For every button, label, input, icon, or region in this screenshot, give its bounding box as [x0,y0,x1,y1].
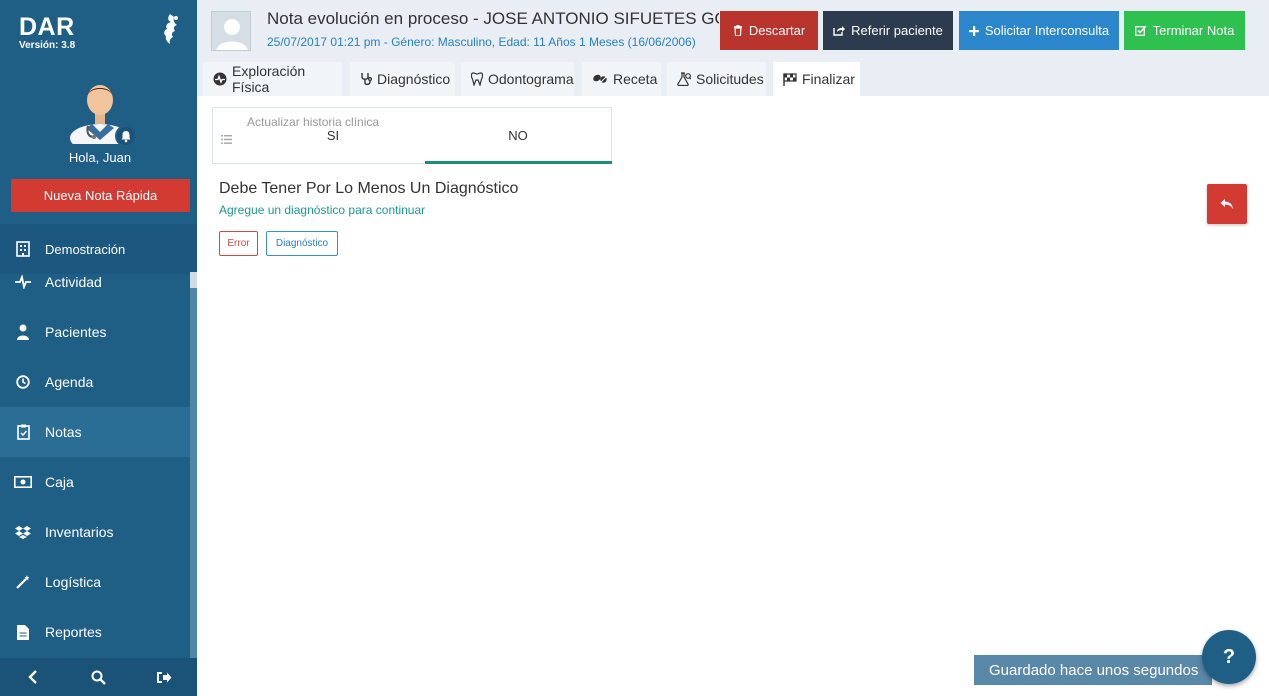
sidebar-item-label: Reportes [45,624,102,640]
search-button[interactable] [66,658,132,696]
sidebar-item-label: Pacientes [45,324,107,340]
tab-odontograma[interactable]: Odontograma [461,62,574,96]
error-tag[interactable]: Error [219,231,258,256]
checkered-flag-icon [783,72,797,86]
app-version: Versión: 3.8 [19,40,76,51]
tab-receta[interactable]: Receta [582,62,661,96]
trash-icon [733,25,743,36]
save-status: Guardado hace unos segundos [974,655,1212,685]
sidebar-item-label: Demostración [45,241,126,257]
sidebar-scrollbar[interactable] [190,272,197,658]
user-icon [14,323,32,341]
sidebar-item-label: Notas [45,424,82,440]
tab-label: Exploración Física [232,63,306,95]
heartbeat-icon [213,72,227,86]
brand: DAR Versión: 3.8 [19,14,75,52]
sidebar-item-pacientes[interactable]: Pacientes [0,307,190,357]
option-no[interactable]: NO [425,128,611,143]
finish-note-button[interactable]: Terminar Nota [1124,11,1245,50]
logout-icon [156,671,172,683]
quick-note-button[interactable]: Nueva Nota Rápida [11,179,190,212]
sidebar-item-logistica[interactable]: Logística [0,557,190,607]
collapse-sidebar-button[interactable] [0,658,66,696]
tab-label: Solicitudes [696,71,764,87]
option-yes[interactable]: SI [239,128,427,143]
sidebar-item-label: Logística [45,574,102,590]
refer-patient-button[interactable]: Referir paciente [823,11,953,50]
patient-info: 25/07/2017 01:21 pm - Género: Masculino,… [267,35,696,49]
brand-logo-icon [164,14,178,44]
building-icon [14,240,32,258]
plus-icon [968,25,979,36]
notification-badge[interactable] [115,125,137,147]
flask-icon [677,72,691,86]
tooth-icon [471,72,483,86]
stethoscope-icon [360,72,372,86]
tab-exploracion-fisica[interactable]: Exploración Física [203,62,342,96]
finish-label: Terminar Nota [1152,23,1235,38]
sidebar-item-caja[interactable]: Caja [0,457,190,507]
user-profile: Hola, Juan [0,76,197,176]
help-button[interactable]: ? [1202,630,1256,684]
sidebar-item-label: Caja [45,474,74,490]
sidebar-item-agenda[interactable]: Agenda [0,357,190,407]
tab-label: Receta [613,71,658,87]
app-name: DAR [19,13,75,41]
diagnosis-tag[interactable]: Diagnóstico [266,231,338,256]
tab-label: Diagnóstico [377,71,451,87]
refer-label: Referir paciente [851,23,943,38]
pulse-icon [14,273,32,291]
tab-solicitudes[interactable]: Solicitudes [667,62,766,96]
user-placeholder-icon [212,12,250,50]
sidebar-item-reportes[interactable]: Reportes [0,607,190,657]
selected-option-indicator [425,161,612,164]
dropbox-icon [14,523,32,541]
clock-icon [14,373,32,391]
sidebar-item-notas[interactable]: Notas [0,407,190,457]
clipboard-icon [14,423,32,441]
back-button[interactable] [1207,184,1247,224]
file-icon [14,623,32,641]
discard-label: Descartar [748,23,806,38]
validation-title: Debe Tener Por Lo Menos Un Diagnóstico [219,180,519,197]
logout-button[interactable] [131,658,197,696]
sidebar-scrollbar-thumb[interactable] [190,272,197,288]
check-square-icon [1134,25,1147,36]
request-consultation-button[interactable]: Solicitar Interconsulta [959,11,1119,50]
tab-label: Odontograma [488,71,574,87]
sidebar-item-label: Actividad [45,274,102,290]
sidebar-footer [0,658,197,696]
update-history-toggle: Actualizar historia clínica SI NO [212,107,612,164]
sidebar-item-inventarios[interactable]: Inventarios [0,507,190,557]
sidebar-item-label: Inventarios [45,524,114,540]
greeting-text: Hola, Juan [68,150,132,165]
patient-photo [211,11,251,51]
sidebar-item-label: Agenda [45,374,94,390]
validation-subtitle: Agregue un diagnóstico para continuar [219,203,426,217]
note-tabs: Exploración Física Diagnóstico Odontogra… [197,62,1269,96]
bell-icon [121,131,131,143]
note-header: Nota evolución en proceso - JOSE ANTONIO… [197,0,1269,62]
tab-label: Finalizar [802,71,855,87]
sidebar: DAR Versión: 3.8 Hola, Juan Nueva Nota R… [0,0,197,696]
consult-label: Solicitar Interconsulta [984,23,1110,38]
search-icon [91,670,106,685]
chevron-left-icon [28,670,37,684]
pills-icon [592,73,608,85]
note-title: Nota evolución en proceso - JOSE ANTONIO… [267,9,719,28]
tab-finalizar[interactable]: Finalizar [773,62,860,96]
cash-icon [14,473,32,491]
share-icon [833,25,846,36]
toggle-label: Actualizar historia clínica [247,115,380,129]
list-icon [221,131,232,149]
reply-icon [1220,199,1233,209]
tab-diagnostico[interactable]: Diagnóstico [350,62,455,96]
magic-wand-icon [14,573,32,591]
sidebar-item-actividad[interactable]: Actividad [0,257,190,307]
discard-button[interactable]: Descartar [720,11,818,50]
